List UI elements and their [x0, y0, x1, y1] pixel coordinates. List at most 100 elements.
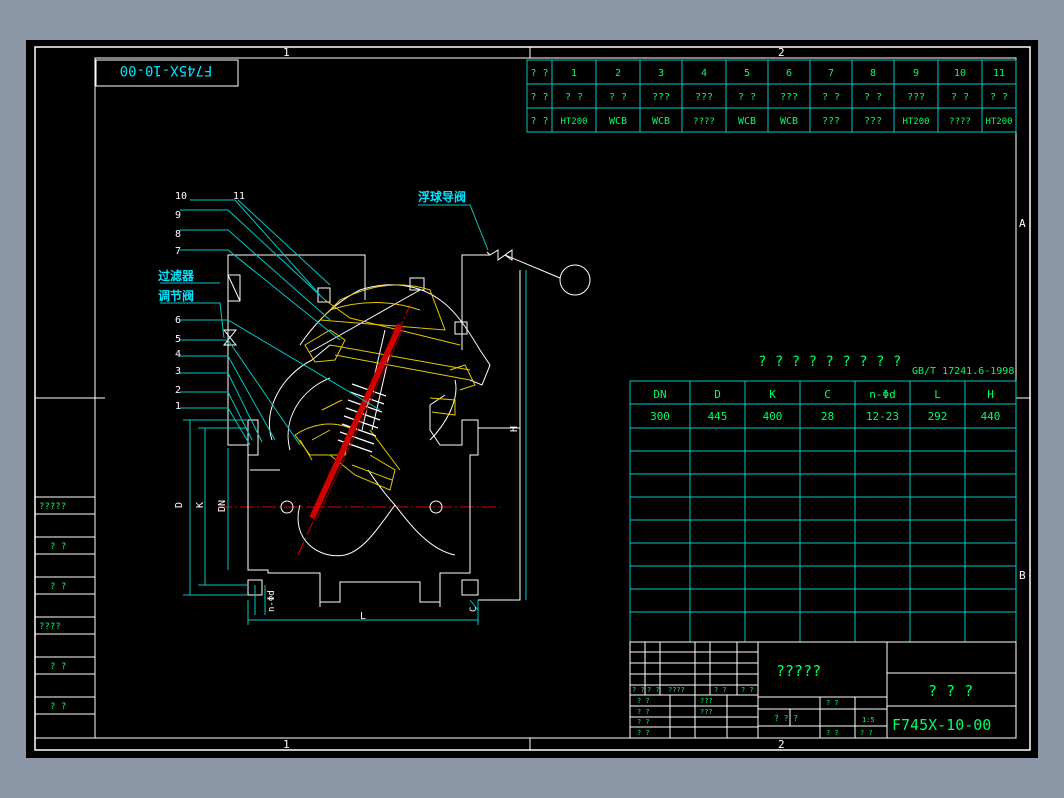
left-label-5: ? ? — [50, 702, 66, 712]
parts-table-cell: ? ? — [565, 92, 583, 103]
left-label-4: ? ? — [50, 662, 66, 672]
tb-small-12: ? ? — [826, 699, 839, 707]
left-label-3: ???? — [39, 622, 61, 632]
parts-table-cell: WCB — [780, 116, 798, 127]
dim-table-title: ? ? ? ? ? ? ? ? ? — [758, 354, 901, 370]
tb-small-9: ? ? — [637, 718, 650, 726]
callout-part-4: 4 — [175, 349, 181, 360]
dim-table-value: 300 — [650, 410, 670, 423]
tb-small-1: ? ? — [647, 686, 660, 694]
parts-table-cell: ??? — [822, 116, 840, 127]
parts-table-cell: ??? — [907, 92, 925, 103]
dim-table-standard: GB/T 17241.6-1998 — [912, 366, 1014, 377]
drawing-code-top: F745X-10-00 — [120, 62, 213, 78]
parts-table-cell: ? ? — [864, 92, 882, 103]
dim-label-c: C — [469, 607, 479, 612]
parts-table-cell: ? ? — [609, 92, 627, 103]
parts-table-cell: ??? — [864, 116, 882, 127]
dim-table-value: 440 — [981, 410, 1001, 423]
cad-drawing-canvas: 1 2 1 2 A B F745X-10-00 ????? ? ? ? ? ??… — [26, 40, 1038, 758]
parts-table-cell: WCB — [652, 116, 670, 127]
tb-small-4: ? ? — [741, 686, 754, 694]
tb-small-6: ??? — [700, 697, 713, 705]
parts-table-cell: ??? — [780, 92, 798, 103]
dim-table-header: K — [769, 388, 776, 401]
tb-small-3: ? ? — [714, 686, 727, 694]
parts-table-cell: ? ? — [530, 68, 548, 79]
parts-table-cell: 10 — [954, 68, 966, 79]
dim-table-header: D — [714, 388, 721, 401]
parts-table-cell: HT200 — [985, 117, 1012, 127]
callout-part-3: 3 — [175, 366, 181, 377]
callout-part-11: 11 — [233, 191, 245, 202]
zone-label-top-1: 1 — [283, 46, 290, 59]
left-label-0: ????? — [39, 502, 66, 512]
parts-table-cell: ? ? — [951, 92, 969, 103]
callout-part-2: 2 — [175, 385, 181, 396]
parts-table-cell: 9 — [913, 68, 919, 79]
callout-filter: 过滤器 — [158, 268, 195, 283]
dim-label-nd: n-Φd — [267, 590, 277, 612]
title-block-code: F745X-10-00 — [892, 716, 991, 734]
dim-table-header: C — [824, 388, 831, 401]
parts-table-cell: 11 — [993, 68, 1005, 79]
parts-table-cell: ? ? — [990, 92, 1008, 103]
tb-small-8: ??? — [700, 708, 713, 716]
dim-table-value: 28 — [821, 410, 834, 423]
parts-table-cell: 5 — [744, 68, 750, 79]
callout-part-1: 1 — [175, 401, 181, 412]
callout-part-6: 6 — [175, 315, 181, 326]
left-label-2: ? ? — [50, 582, 66, 592]
dim-label-h: H — [509, 426, 520, 432]
callout-part-10: 10 — [175, 191, 187, 202]
callout-part-7: 7 — [175, 246, 181, 257]
tb-small-13: ? ? — [826, 729, 839, 737]
left-label-1: ? ? — [50, 542, 66, 552]
parts-table-cell: 7 — [828, 68, 834, 79]
title-block-scale: 1:5 — [862, 716, 875, 724]
callout-part-5: 5 — [175, 334, 181, 345]
dim-table-value: 445 — [708, 410, 728, 423]
parts-table-cell: ? ? — [530, 116, 548, 127]
parts-table-cell: 6 — [786, 68, 792, 79]
dim-table-value: 292 — [928, 410, 948, 423]
tb-small-2: ???? — [668, 686, 685, 694]
parts-table-cell: ? ? — [822, 92, 840, 103]
zone-label-a: A — [1019, 217, 1026, 230]
parts-table-cell: HT200 — [560, 117, 587, 127]
parts-table-cell: 4 — [701, 68, 707, 79]
dim-table-header: n-Φd — [869, 388, 896, 401]
dim-table-header: H — [987, 388, 994, 401]
parts-table-cell: HT200 — [902, 117, 929, 127]
zone-label-top-2: 2 — [778, 46, 785, 59]
parts-table-cell: 2 — [615, 68, 621, 79]
title-block-name: ????? — [776, 662, 821, 680]
dim-table-header: DN — [653, 388, 666, 401]
parts-table-cell: 3 — [658, 68, 664, 79]
parts-table-cell: 1 — [571, 68, 577, 79]
parts-table-cell: ??? — [652, 92, 670, 103]
zone-label-bottom-2: 2 — [778, 738, 785, 751]
dim-label-k: K — [195, 502, 206, 508]
parts-table-cell: ???? — [693, 117, 715, 127]
parts-table-cell: ??? — [695, 92, 713, 103]
tb-small-14: ? ? — [860, 729, 873, 737]
parts-table-cell: ? ? — [738, 92, 756, 103]
dim-table-header: L — [934, 388, 941, 401]
dim-label-dn: DN — [217, 500, 228, 512]
callout-float-valve: 浮球导阀 — [418, 189, 466, 204]
tb-small-5: ? ? — [637, 697, 650, 705]
tb-small-11: ? ? ? — [774, 714, 798, 723]
tb-small-7: ? ? — [637, 708, 650, 716]
callout-regulator: 调节阀 — [158, 288, 194, 303]
parts-table-cell: WCB — [609, 116, 627, 127]
title-block-org: ? ? ? — [928, 682, 973, 700]
callout-part-9: 9 — [175, 210, 181, 221]
parts-table-cell: 8 — [870, 68, 876, 79]
dim-table-value: 12-23 — [866, 410, 899, 423]
zone-label-b: B — [1019, 569, 1026, 582]
dim-table-value: 400 — [763, 410, 783, 423]
zone-label-bottom-1: 1 — [283, 738, 290, 751]
parts-table-cell: WCB — [738, 116, 756, 127]
parts-table-cell: ???? — [949, 117, 971, 127]
